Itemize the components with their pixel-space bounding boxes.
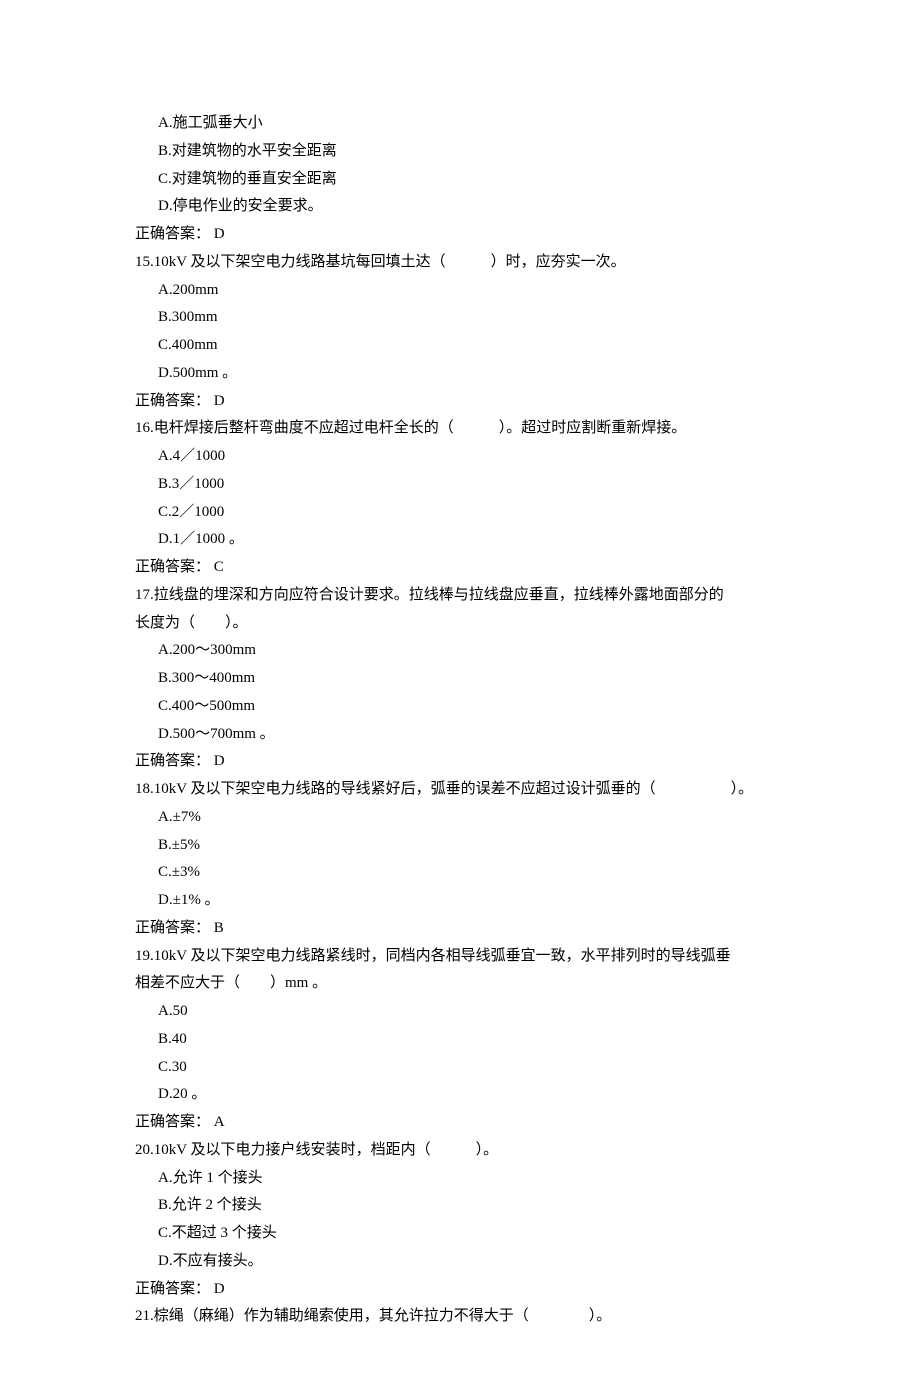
q18-stem: 18.10kV 及以下架空电力线路的导线紧好后，弧垂的误差不应超过设计弧垂的（ … xyxy=(135,776,785,804)
q17-option-b: B.300～400mm xyxy=(135,665,785,693)
q20-option-d: D.不应有接头。 xyxy=(135,1248,785,1276)
q15-option-a: A.200mm xyxy=(135,277,785,305)
q18-option-b: B.±5% xyxy=(135,832,785,860)
q18-option-d: D.±1% 。 xyxy=(135,887,785,915)
q17-stem-line2: 长度为（ ）。 xyxy=(135,610,785,638)
q14-option-b: B.对建筑物的水平安全距离 xyxy=(135,138,785,166)
q21-stem: 21.棕绳（麻绳）作为辅助绳索使用，其允许拉力不得大于（ ）。 xyxy=(135,1303,785,1331)
q20-option-a: A.允许 1 个接头 xyxy=(135,1165,785,1193)
q19-option-a: A.50 xyxy=(135,998,785,1026)
q19-option-c: C.30 xyxy=(135,1054,785,1082)
q14-option-d: D.停电作业的安全要求。 xyxy=(135,193,785,221)
q14-option-c: C.对建筑物的垂直安全距离 xyxy=(135,166,785,194)
q16-option-d: D.1／1000 。 xyxy=(135,526,785,554)
q17-answer: 正确答案： D xyxy=(135,748,785,776)
q16-answer: 正确答案： C xyxy=(135,554,785,582)
q19-option-d: D.20 。 xyxy=(135,1081,785,1109)
q18-option-c: C.±3% xyxy=(135,859,785,887)
q18-option-a: A.±7% xyxy=(135,804,785,832)
q20-stem: 20.10kV 及以下电力接户线安装时，档距内（ ）。 xyxy=(135,1137,785,1165)
q16-option-a: A.4／1000 xyxy=(135,443,785,471)
q17-stem-line1: 17.拉线盘的埋深和方向应符合设计要求。拉线棒与拉线盘应垂直，拉线棒外露地面部分… xyxy=(135,582,785,610)
q14-option-a: A.施工弧垂大小 xyxy=(135,110,785,138)
q20-answer: 正确答案： D xyxy=(135,1276,785,1304)
q16-option-b: B.3／1000 xyxy=(135,471,785,499)
q17-option-c: C.400～500mm xyxy=(135,693,785,721)
q15-option-d: D.500mm 。 xyxy=(135,360,785,388)
q16-stem: 16.电杆焊接后整杆弯曲度不应超过电杆全长的（ ）。超过时应割断重新焊接。 xyxy=(135,415,785,443)
q15-option-b: B.300mm xyxy=(135,304,785,332)
q19-stem-line2: 相差不应大于（ ）mm 。 xyxy=(135,970,785,998)
q14-answer: 正确答案： D xyxy=(135,221,785,249)
q15-stem: 15.10kV 及以下架空电力线路基坑每回填土达（ ）时，应夯实一次。 xyxy=(135,249,785,277)
q16-option-c: C.2／1000 xyxy=(135,499,785,527)
q17-option-a: A.200～300mm xyxy=(135,637,785,665)
q17-option-d: D.500～700mm 。 xyxy=(135,721,785,749)
q15-answer: 正确答案： D xyxy=(135,388,785,416)
q19-option-b: B.40 xyxy=(135,1026,785,1054)
q18-answer: 正确答案： B xyxy=(135,915,785,943)
q19-stem-line1: 19.10kV 及以下架空电力线路紧线时，同档内各相导线弧垂宜一致，水平排列时的… xyxy=(135,943,785,971)
q20-option-c: C.不超过 3 个接头 xyxy=(135,1220,785,1248)
q20-option-b: B.允许 2 个接头 xyxy=(135,1192,785,1220)
q15-option-c: C.400mm xyxy=(135,332,785,360)
q19-answer: 正确答案： A xyxy=(135,1109,785,1137)
